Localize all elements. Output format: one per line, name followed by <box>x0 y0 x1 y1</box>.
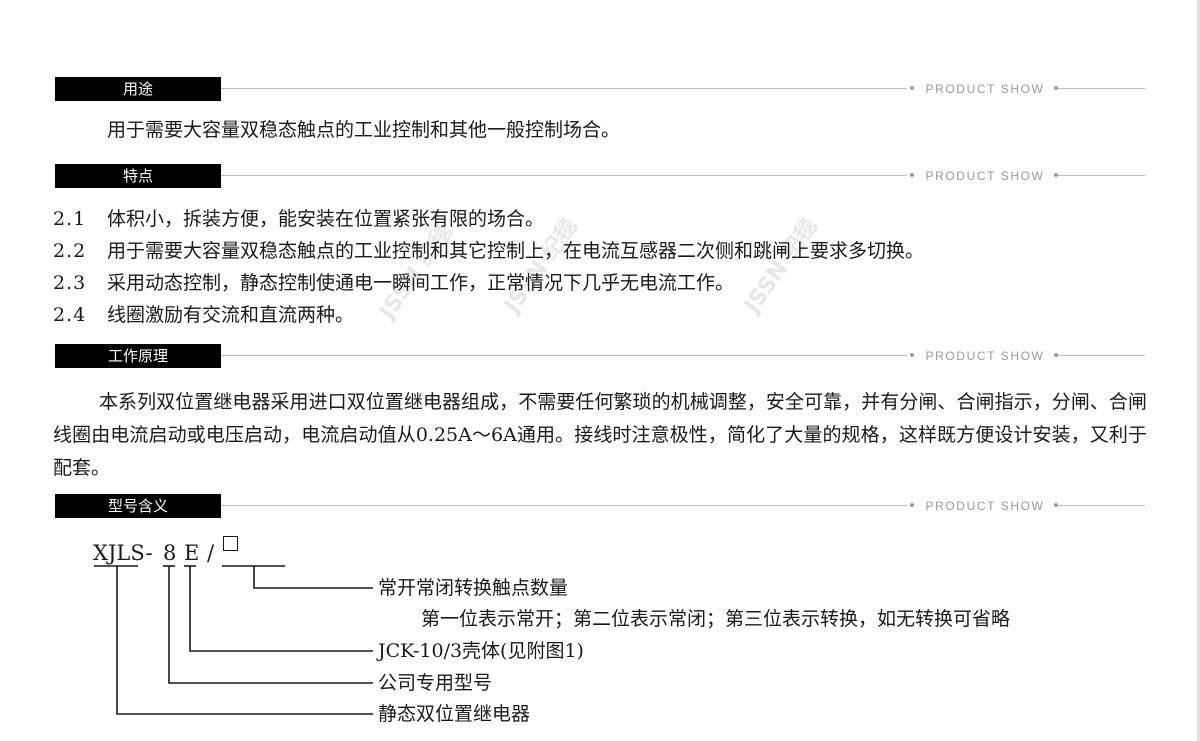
rule-dot <box>910 503 914 507</box>
section-tab-usage: 用途 <box>55 77 221 101</box>
feature-text: 用于需要大容量双稳态触点的工业控制和其它控制上，在电流互感器二次侧和跳闸上要求多… <box>107 240 925 262</box>
section-header-features: 特点 PRODUCT SHOW <box>55 164 1145 188</box>
list-item: 2.1 体积小，拆装方便，能安装在位置紧张有限的场合。 <box>53 203 1053 235</box>
section-tab-model: 型号含义 <box>55 494 221 518</box>
section-rule <box>1058 355 1145 356</box>
leader-housing <box>189 566 373 652</box>
section-rule <box>1058 505 1145 506</box>
section-rule <box>221 88 907 89</box>
product-show-label: PRODUCT SHOW <box>925 349 1045 363</box>
section-header-usage: 用途 PRODUCT SHOW <box>55 77 1145 101</box>
section-header-model: 型号含义 PRODUCT SHOW <box>55 494 1145 518</box>
usage-text: 用于需要大容量双稳态触点的工业控制和其他一般控制场合。 <box>107 119 621 141</box>
rule-dot <box>910 353 914 357</box>
feature-number: 2.1 <box>53 208 87 230</box>
product-show-label: PRODUCT SHOW <box>925 499 1045 513</box>
leader-contacts <box>253 566 373 589</box>
leader-product <box>116 566 373 715</box>
feature-number: 2.2 <box>53 240 87 262</box>
section-tab-principle: 工作原理 <box>55 344 221 368</box>
feature-text: 采用动态控制，静态控制使通电一瞬间工作，正常情况下几乎无电流工作。 <box>107 272 735 294</box>
rule-dot <box>910 173 914 177</box>
model-prefix: XJLS- <box>93 541 153 565</box>
section-rule <box>221 505 907 506</box>
section-rule <box>1058 175 1145 176</box>
list-item: 2.4 线圈激励有交流和直流两种。 <box>53 299 1053 331</box>
section-rule <box>221 355 907 356</box>
product-show-label: PRODUCT SHOW <box>925 169 1045 183</box>
feature-text: 体积小，拆装方便，能安装在位置紧张有限的场合。 <box>107 208 545 230</box>
feature-number: 2.4 <box>53 304 87 326</box>
section-rule <box>221 175 907 176</box>
rule-dot <box>910 86 914 90</box>
feature-list: 2.1 体积小，拆装方便，能安装在位置紧张有限的场合。 2.2 用于需要大容量双稳态… <box>53 203 1053 331</box>
model-digit: 8 <box>163 541 177 565</box>
label-contacts: 常开常闭转换触点数量 <box>378 577 569 599</box>
label-company: 公司专用型号 <box>378 672 493 694</box>
list-item: 2.2 用于需要大容量双稳态触点的工业控制和其它控制上，在电流互感器二次侧和跳闸上… <box>53 235 1053 267</box>
feature-text: 线圈激励有交流和直流两种。 <box>107 304 355 326</box>
label-product: 静态双位置继电器 <box>378 703 531 725</box>
model-slash: / <box>207 541 215 565</box>
leader-company <box>168 566 373 684</box>
label-contacts-note: 第一位表示常开；第二位表示常闭；第三位表示转换，如无转换可省略 <box>421 608 1011 630</box>
feature-number: 2.3 <box>53 272 87 294</box>
product-show-label: PRODUCT SHOW <box>925 82 1045 96</box>
model-letter: E <box>184 541 200 565</box>
principle-text: 本系列双位置继电器采用进口双位置继电器组成，不需要任何繁琐的机械调整，安全可靠，… <box>53 391 1147 479</box>
placeholder-box <box>223 536 238 551</box>
label-housing: JCK-10/3壳体(见附图1) <box>378 640 584 662</box>
section-header-principle: 工作原理 PRODUCT SHOW <box>55 344 1145 368</box>
list-item: 2.3 采用动态控制，静态控制使通电一瞬间工作，正常情况下几乎无电流工作。 <box>53 267 1053 299</box>
section-tab-features: 特点 <box>55 164 221 188</box>
section-rule <box>1058 88 1145 89</box>
